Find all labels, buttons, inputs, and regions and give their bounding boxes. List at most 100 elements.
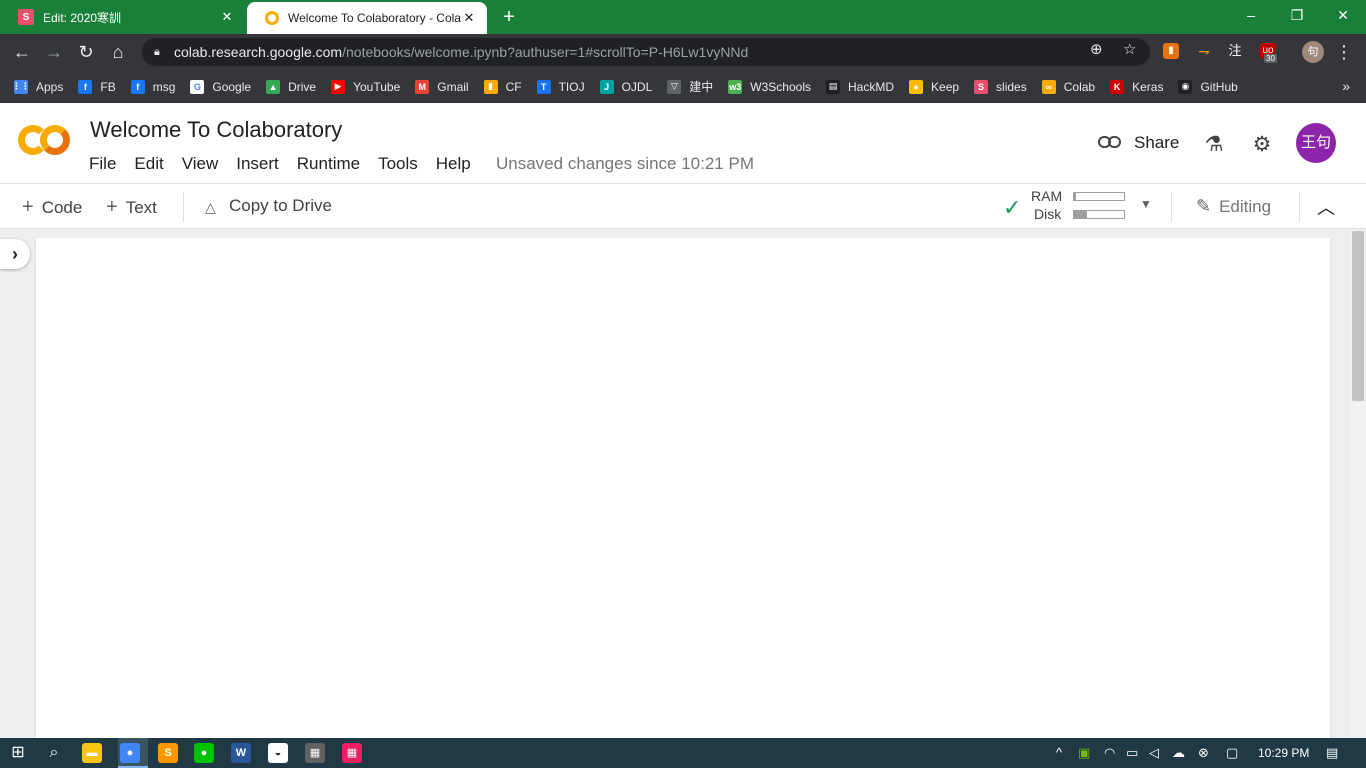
notebook-title[interactable]: Welcome To Colaboratory [90, 117, 342, 143]
bookmark-keep[interactable]: ● Keep [909, 79, 959, 94]
restore-button[interactable]: ❐ [1274, 0, 1320, 30]
menu-tools[interactable]: Tools [378, 154, 418, 174]
bookmarks-more-icon[interactable]: » [1342, 78, 1350, 94]
zoom-icon[interactable]: ⊕ [1090, 40, 1103, 58]
disk-usage-bar[interactable] [1073, 210, 1125, 219]
link-icon [1098, 136, 1122, 150]
bookmark-apps[interactable]: ⋮⋮ Apps [12, 79, 63, 94]
office-extension-icon[interactable]: ▮ [1163, 43, 1179, 59]
editing-label: Editing [1219, 196, 1272, 216]
bookmark-label: YouTube [353, 79, 401, 94]
bookmark-label: W3Schools [750, 79, 811, 94]
word-icon[interactable]: W [231, 743, 251, 763]
wifi-icon[interactable]: ◠ [1104, 745, 1115, 761]
nvidia-icon[interactable]: ▣ [1078, 745, 1090, 761]
ime-icon[interactable]: ▢ [1226, 745, 1238, 761]
notification-center-icon[interactable]: ▤ [1326, 745, 1338, 761]
colab-logo[interactable] [18, 125, 70, 159]
share-button[interactable]: Share [1098, 133, 1179, 153]
menu-edit[interactable]: Edit [134, 154, 163, 174]
connected-check-icon[interactable]: ✓ [1003, 195, 1021, 221]
bookmark-fb[interactable]: f FB [78, 79, 116, 94]
user-avatar[interactable]: 王句 [1296, 123, 1336, 163]
menu-file[interactable]: File [89, 154, 116, 174]
experimental-flask-icon[interactable]: ⚗ [1202, 133, 1226, 157]
copy-to-drive-button[interactable]: △ Copy to Drive [205, 196, 332, 216]
home-icon[interactable]: ⌂ [106, 40, 130, 64]
app-grid-icon[interactable]: ▦ [342, 743, 362, 763]
add-code-cell-button[interactable]: + Code [22, 196, 82, 219]
vertical-scrollbar[interactable] [1350, 229, 1366, 738]
menu-insert[interactable]: Insert [236, 154, 279, 174]
menu-help[interactable]: Help [436, 154, 471, 174]
tab-title: Welcome To Colaboratory - Colab [288, 11, 461, 25]
plus-icon: + [106, 196, 118, 218]
status-x-icon[interactable]: ⊗ [1198, 745, 1209, 761]
windows-start-icon[interactable]: ⊞ [8, 743, 28, 763]
bookmark-github[interactable]: ◉ GitHub [1178, 79, 1238, 94]
collapse-header-icon[interactable]: ︿ [1317, 194, 1335, 220]
school-icon: ▽ [667, 79, 682, 94]
bookmark-youtube[interactable]: ▶ YouTube [331, 79, 401, 94]
battery-icon[interactable]: ▭ [1126, 745, 1138, 761]
gmail-icon: M [415, 79, 430, 94]
address-bar[interactable]: 🔒︎ colab.research.google.com/notebooks/w… [142, 38, 1150, 66]
minimize-button[interactable]: – [1228, 0, 1274, 30]
runtime-dropdown-icon[interactable]: ▼ [1140, 197, 1152, 211]
scrollbar-thumb[interactable] [1352, 231, 1364, 401]
volume-icon[interactable]: ◁ [1149, 745, 1159, 761]
menu-view[interactable]: View [182, 154, 219, 174]
bookmark-w3schools[interactable]: w3 W3Schools [728, 79, 811, 94]
bookmark-label: HackMD [848, 79, 895, 94]
profile-avatar[interactable]: 句 [1302, 41, 1324, 63]
bookmark-gmail[interactable]: M Gmail [415, 79, 469, 94]
zhuyin-extension-icon[interactable]: 注 [1227, 43, 1243, 59]
settings-gear-icon[interactable]: ⚙ [1250, 133, 1274, 157]
add-text-cell-button[interactable]: + Text [106, 196, 157, 219]
sidebar-toggle-icon[interactable]: › [0, 239, 30, 269]
onedrive-cloud-icon[interactable]: ☁ [1172, 745, 1185, 761]
back-arrow-icon[interactable]: ← [10, 40, 34, 64]
ram-usage-bar[interactable] [1073, 192, 1125, 201]
onedrive-photos-icon[interactable]: ◒ [268, 743, 288, 763]
notebook-content[interactable] [36, 238, 1330, 738]
line-icon[interactable]: ● [194, 743, 214, 763]
bookmark-label: FB [100, 79, 116, 94]
close-icon[interactable]: ✕ [219, 9, 235, 25]
new-tab-button[interactable]: + [498, 6, 520, 28]
calculator-icon[interactable]: ▦ [305, 743, 325, 763]
bookmark-cf[interactable]: ▮ CF [483, 79, 522, 94]
chrome-menu-icon[interactable]: ⋮ [1332, 40, 1356, 64]
bookmark-建中[interactable]: ▽ 建中 [667, 78, 713, 95]
menu-runtime[interactable]: Runtime [297, 154, 360, 174]
bookmark-drive[interactable]: ▲ Drive [266, 79, 316, 94]
amazon-extension-icon[interactable]: ⇁ [1196, 43, 1212, 59]
tray-overflow-icon[interactable]: ^ [1056, 745, 1062, 760]
bookmark-tioj[interactable]: T TIOJ [536, 79, 585, 94]
close-icon[interactable]: ✕ [461, 10, 477, 26]
bookmark-label: 建中 [689, 80, 714, 94]
bookmark-star-icon[interactable]: ☆ [1123, 40, 1136, 58]
disk-label: Disk [1034, 206, 1062, 222]
bookmark-hackmd[interactable]: ▤ HackMD [826, 79, 895, 94]
bookmark-keras[interactable]: K Keras [1110, 79, 1164, 94]
bookmark-ojdl[interactable]: J OJDL [599, 79, 652, 94]
bookmark-msg[interactable]: f msg [130, 79, 175, 94]
bookmark-colab[interactable]: ∞ Colab [1041, 79, 1095, 94]
youtube-icon: ▶ [331, 79, 346, 94]
bookmark-slides[interactable]: Sslides [974, 79, 1027, 94]
search-icon[interactable]: ⌕ [44, 743, 64, 763]
bookmark-google[interactable]: G Google [190, 79, 251, 94]
bookmark-label: Keras [1132, 79, 1164, 94]
file-explorer-icon[interactable]: ▬ [82, 743, 102, 763]
chrome-icon[interactable]: ● [120, 743, 140, 763]
unsaved-status[interactable]: Unsaved changes since 10:21 PM [496, 154, 754, 174]
forward-arrow-icon[interactable]: → [42, 40, 66, 64]
editing-mode-button[interactable]: ✎ Editing [1196, 196, 1271, 217]
taskbar-clock[interactable]: 10:29 PM [1258, 746, 1309, 760]
reload-icon[interactable]: ↻ [74, 40, 98, 64]
tab-edit-2020[interactable]: S Edit: 2020寒訓 ✕ [0, 0, 245, 34]
sublime-text-icon[interactable]: S [158, 743, 178, 763]
tab-welcome-colab[interactable]: Welcome To Colaboratory - Colab ✕ [247, 2, 487, 34]
window-close-button[interactable]: ✕ [1320, 0, 1366, 30]
